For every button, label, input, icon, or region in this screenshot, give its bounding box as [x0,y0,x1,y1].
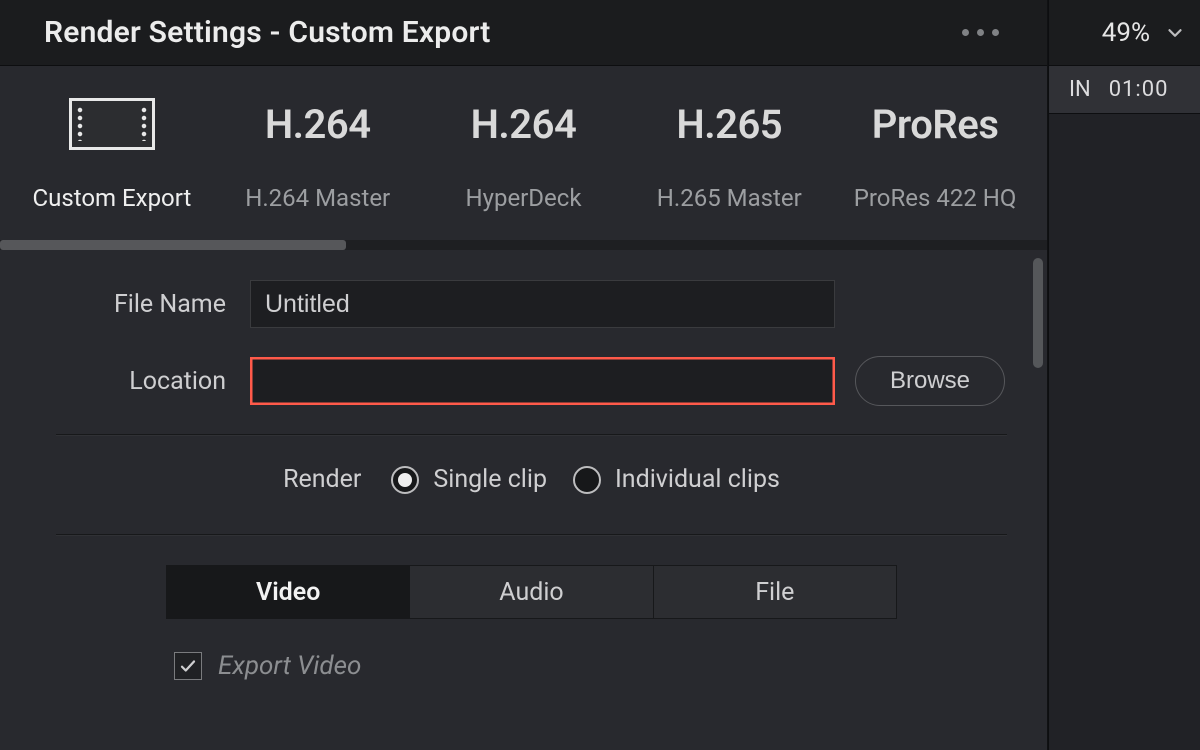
preset-label: ProRes 422 HQ [854,184,1017,212]
preset-custom-export[interactable]: Custom Export [18,94,206,212]
render-individual-clips-option[interactable]: Individual clips [573,465,780,494]
file-name-input[interactable] [250,280,835,328]
preset-h265-master[interactable]: H.265 H.265 Master [635,94,823,212]
file-name-label: File Name [56,290,226,319]
export-form: File Name Location Browse Render Single … [0,250,1047,681]
preset-scrollbar[interactable] [0,240,1047,250]
radio-label: Single clip [433,465,547,494]
codec-text-icon: H.265 [676,94,782,154]
radio-icon [573,466,601,494]
in-point-timecode: 01:00 [1109,77,1169,102]
tab-video[interactable]: Video [167,566,410,618]
render-mode-row: Render Single clip Individual clips [56,465,1007,522]
divider [56,434,1007,435]
tab-audio[interactable]: Audio [410,566,653,618]
tab-file[interactable]: File [654,566,896,618]
checkbox-icon [174,652,202,680]
codec-text-icon: H.264 [471,94,577,154]
more-options-icon[interactable] [960,23,1001,42]
titlebar: Render Settings - Custom Export [0,0,1047,66]
location-label: Location [56,367,226,396]
radio-label: Individual clips [615,465,780,494]
codec-text-icon: H.264 [265,94,371,154]
right-panel-body [1049,114,1200,750]
settings-tabs: Video Audio File [166,565,897,619]
preset-label: H.264 Master [245,184,390,212]
divider [56,534,1007,535]
export-video-label: Export Video [218,651,361,681]
zoom-value: 49% [1102,18,1150,48]
chevron-down-icon [1164,22,1186,44]
right-panel: 49% IN 01:00 [1048,0,1200,750]
preset-scrollbar-thumb[interactable] [0,240,346,250]
file-name-row: File Name [56,280,1007,328]
preset-label: H.265 Master [657,184,802,212]
location-row: Location Browse [56,356,1007,406]
form-scrollbar-thumb[interactable] [1033,258,1043,368]
render-settings-panel: Render Settings - Custom Export Custom E… [0,0,1048,750]
preset-h264-master[interactable]: H.264 H.264 Master [224,94,412,212]
panel-title: Render Settings - Custom Export [44,15,960,50]
in-point-label: IN [1069,77,1091,102]
preset-label: HyperDeck [465,184,581,212]
timecode-bar: IN 01:00 [1049,66,1200,114]
render-single-clip-option[interactable]: Single clip [391,465,547,494]
render-label: Render [283,465,361,494]
radio-icon [391,466,419,494]
preset-prores-422hq[interactable]: ProRes ProRes 422 HQ [841,94,1029,212]
codec-text-icon: ProRes [872,94,999,154]
preset-row: Custom Export H.264 H.264 Master H.264 H… [0,66,1047,222]
export-video-row[interactable]: Export Video [56,619,1007,681]
browse-button[interactable]: Browse [855,356,1005,406]
preset-hyperdeck[interactable]: H.264 HyperDeck [430,94,618,212]
preset-label: Custom Export [32,184,191,212]
location-input[interactable] [250,357,835,405]
filmstrip-icon [69,94,155,154]
zoom-control[interactable]: 49% [1049,0,1200,66]
